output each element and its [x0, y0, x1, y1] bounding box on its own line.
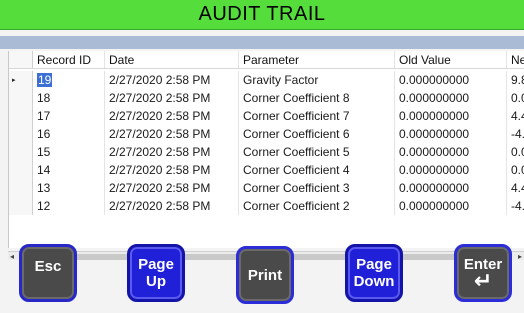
cell-old-value: 0.000000000	[395, 89, 507, 107]
cell-record-id: 13	[33, 179, 105, 197]
row-selector[interactable]	[9, 197, 33, 215]
table-row[interactable]: 14 2/27/2020 2:58 PM Corner Coefficient …	[9, 161, 524, 179]
cell-record-id: 12	[33, 197, 105, 215]
cell-new-value: -4.4	[507, 197, 524, 215]
cell-date: 2/27/2020 2:58 PM	[105, 71, 239, 89]
table-row[interactable]: 16 2/27/2020 2:58 PM Corner Coefficient …	[9, 125, 524, 143]
cell-new-value: -4.4	[507, 125, 524, 143]
table-header: Record ID Date Parameter Old Value Nev	[9, 51, 524, 69]
cell-parameter: Corner Coefficient 8	[239, 89, 395, 107]
print-button[interactable]: Print	[236, 246, 294, 304]
cell-record-id: 14	[33, 161, 105, 179]
column-header-new-value[interactable]: Nev	[507, 51, 524, 68]
table-row[interactable]: 17 2/27/2020 2:58 PM Corner Coefficient …	[9, 107, 524, 125]
cell-parameter: Corner Coefficient 3	[239, 179, 395, 197]
cell-parameter: Corner Coefficient 2	[239, 197, 395, 215]
cell-date: 2/27/2020 2:58 PM	[105, 143, 239, 161]
page-down-label-line2: Down	[353, 273, 395, 290]
cell-new-value: 0.02	[507, 161, 524, 179]
cell-parameter: Corner Coefficient 6	[239, 125, 395, 143]
column-header-parameter[interactable]: Parameter	[239, 51, 395, 68]
page-up-button[interactable]: Page Up	[127, 244, 185, 302]
row-selector[interactable]	[9, 143, 33, 161]
row-selector-header	[9, 51, 33, 68]
cell-date: 2/27/2020 2:58 PM	[105, 197, 239, 215]
table-row[interactable]: 15 2/27/2020 2:58 PM Corner Coefficient …	[9, 143, 524, 161]
cell-old-value: 0.000000000	[395, 161, 507, 179]
row-selector[interactable]	[9, 179, 33, 197]
row-selector[interactable]	[9, 107, 33, 125]
cell-new-value: 4.40	[507, 107, 524, 125]
cell-date: 2/27/2020 2:58 PM	[105, 125, 239, 143]
esc-label: Esc	[34, 257, 62, 275]
scroll-right-icon[interactable]: ▸	[512, 253, 522, 261]
table-row[interactable]: 12 2/27/2020 2:58 PM Corner Coefficient …	[9, 197, 524, 215]
cell-parameter: Corner Coefficient 4	[239, 161, 395, 179]
esc-button[interactable]: Esc	[19, 244, 77, 302]
enter-arrow-icon: ↵	[473, 267, 493, 293]
cell-date: 2/27/2020 2:58 PM	[105, 161, 239, 179]
cell-parameter: Gravity Factor	[239, 71, 395, 89]
page-down-button[interactable]: Page Down	[345, 244, 403, 302]
header-band	[0, 36, 524, 49]
cell-record-id: 16	[33, 125, 105, 143]
column-header-old-value[interactable]: Old Value	[395, 51, 507, 68]
cell-old-value: 0.000000000	[395, 71, 507, 89]
cell-record-id: 15	[33, 143, 105, 161]
cell-new-value: 0.02	[507, 89, 524, 107]
column-header-record-id[interactable]: Record ID	[33, 51, 105, 68]
cell-date: 2/27/2020 2:58 PM	[105, 107, 239, 125]
page-up-label-line1: Page	[138, 256, 174, 273]
row-selector[interactable]	[9, 125, 33, 143]
row-selector[interactable]: ▸	[9, 71, 33, 89]
cell-new-value: 0.02	[507, 143, 524, 161]
cell-parameter: Corner Coefficient 5	[239, 143, 395, 161]
cell-old-value: 0.000000000	[395, 107, 507, 125]
page-title: AUDIT TRAIL	[198, 3, 326, 25]
cell-parameter: Corner Coefficient 7	[239, 107, 395, 125]
cell-old-value: 0.000000000	[395, 197, 507, 215]
audit-table[interactable]: Record ID Date Parameter Old Value Nev ▸…	[8, 51, 524, 248]
cell-old-value: 0.000000000	[395, 125, 507, 143]
cell-record-id: 17	[33, 107, 105, 125]
cell-new-value: 4.40	[507, 179, 524, 197]
column-header-date[interactable]: Date	[105, 51, 239, 68]
table-row[interactable]: ▸ 19 2/27/2020 2:58 PM Gravity Factor 0.…	[9, 71, 524, 89]
row-selector[interactable]	[9, 161, 33, 179]
page-up-label-line2: Up	[146, 273, 166, 290]
title-bar: AUDIT TRAIL	[0, 0, 524, 30]
record-id-text: 19	[37, 73, 53, 87]
cell-date: 2/27/2020 2:58 PM	[105, 179, 239, 197]
print-label: Print	[247, 266, 283, 284]
page-down-label-line1: Page	[356, 256, 392, 273]
cell-date: 2/27/2020 2:58 PM	[105, 89, 239, 107]
row-selector[interactable]	[9, 89, 33, 107]
cell-old-value: 0.000000000	[395, 143, 507, 161]
cell-new-value: 9.80	[507, 71, 524, 89]
enter-button[interactable]: Enter ↵	[454, 244, 512, 302]
cell-record-id[interactable]: 19	[33, 71, 105, 89]
table-row[interactable]: 13 2/27/2020 2:58 PM Corner Coefficient …	[9, 179, 524, 197]
cell-old-value: 0.000000000	[395, 179, 507, 197]
current-row-marker-icon: ▸	[12, 77, 16, 84]
table-row[interactable]: 18 2/27/2020 2:58 PM Corner Coefficient …	[9, 89, 524, 107]
cell-record-id: 18	[33, 89, 105, 107]
